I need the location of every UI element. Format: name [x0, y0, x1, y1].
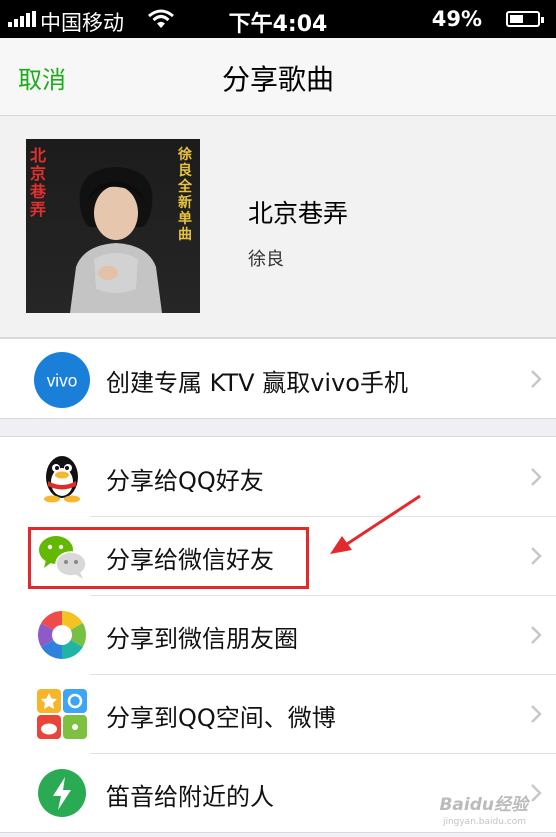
song-artist: 徐良 — [248, 249, 284, 270]
chevron-right-icon — [531, 626, 542, 644]
cover-artist-text: 徐良全新单曲 — [178, 147, 192, 243]
lightning-icon — [38, 769, 86, 817]
song-card: 北京巷弄 徐良全新单曲 北京巷弄 徐良 — [0, 116, 556, 338]
share-option-label: 分享给QQ好友 — [106, 467, 264, 495]
page-title: 分享歌曲 — [221, 63, 334, 96]
watermark-url: jingyan.baidu.com — [442, 817, 526, 827]
chevron-right-icon — [531, 370, 542, 388]
chevron-right-icon — [531, 468, 542, 486]
share-moments-row[interactable]: 分享到微信朋友圈 — [0, 595, 556, 674]
chevron-right-icon — [531, 705, 542, 723]
share-option-label: 分享到微信朋友圈 — [106, 625, 298, 653]
status-bar: 中国移动 下午4:04 49% — [0, 0, 556, 38]
nav-bar: 取消 分享歌曲 — [0, 38, 556, 116]
qq-penguin-icon — [44, 456, 80, 503]
svg-text:vivo: vivo — [47, 370, 78, 390]
chevron-right-icon — [531, 784, 542, 802]
share-qzone-weibo-row[interactable]: 分享到QQ空间、微博 — [0, 674, 556, 753]
qzone-weibo-icon — [37, 689, 87, 739]
watermark: Baidu经验 — [439, 795, 528, 815]
moments-aperture-icon — [37, 611, 87, 659]
share-option-label: 分享到QQ空间、微博 — [106, 704, 336, 732]
battery-icon — [506, 11, 544, 27]
album-cover: 北京巷弄 徐良全新单曲 — [26, 139, 200, 313]
battery-percent: 49% — [431, 7, 482, 31]
artist-photo — [70, 167, 162, 313]
promo-group: vivo 创建专属 KTV 赢取vivo手机 — [0, 338, 556, 419]
share-options-list: 分享给QQ好友 分享给微信好友 分享到微信朋友圈 分享到QQ空间、微博 笛音给附… — [0, 436, 556, 833]
annotation-arrow — [330, 494, 421, 554]
vivo-logo-icon: vivo — [34, 352, 90, 408]
cover-title-text: 北京巷弄 — [30, 146, 47, 219]
promo-label: 创建专属 KTV 赢取vivo手机 — [106, 369, 408, 397]
highlight-box — [28, 527, 309, 589]
chevron-right-icon — [531, 547, 542, 565]
promo-row[interactable]: vivo 创建专属 KTV 赢取vivo手机 — [0, 339, 556, 418]
song-title: 北京巷弄 — [248, 199, 349, 228]
share-option-label: 笛音给附近的人 — [106, 783, 274, 811]
share-qq-friend-row[interactable]: 分享给QQ好友 — [0, 437, 556, 516]
